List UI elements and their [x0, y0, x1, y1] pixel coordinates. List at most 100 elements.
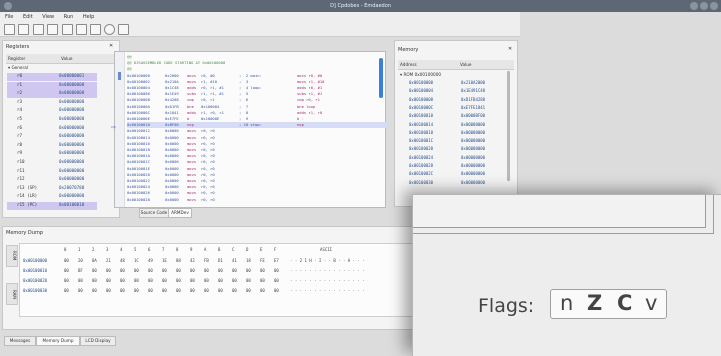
- code-line[interactable]: 0x00100010 0xBF00 nop ; 10 stop: nop: [127, 122, 387, 129]
- dump-tab-ram[interactable]: RAM: [6, 283, 18, 305]
- dump-byte[interactable]: 1E: [162, 258, 167, 263]
- code-line[interactable]: 0x00100006 0x1E49 subs r1, r1, #1 ; 5 subs r1…: [127, 91, 387, 97]
- tab-armdev[interactable]: ARMDev: [168, 208, 192, 218]
- code-line[interactable]: 0x00100002 0x210A movs r1, #10 ; 3 movs r1, #…: [127, 79, 387, 85]
- dump-byte[interactable]: FE: [260, 258, 265, 263]
- dump-byte[interactable]: 00: [232, 278, 237, 283]
- dump-byte[interactable]: 00: [246, 268, 251, 273]
- register-row[interactable]: r13 (SP) 0x20070780: [7, 185, 97, 193]
- tab-lcd-display[interactable]: LCD Display: [80, 336, 116, 346]
- code-line[interactable]: 0x00100000 0x2000 movs r0, #0 ; 2 main: movs …: [127, 73, 387, 79]
- register-row[interactable]: r7 0x00000000: [7, 133, 97, 141]
- code-line[interactable]: 0x0010001C 0x0000 movs r0, r0: [127, 159, 387, 165]
- dump-byte[interactable]: 00: [148, 288, 153, 293]
- dump-byte[interactable]: 48: [120, 258, 125, 263]
- dump-byte[interactable]: 1C: [134, 258, 139, 263]
- dump-byte[interactable]: 00: [176, 288, 181, 293]
- undo-icon[interactable]: [33, 24, 44, 35]
- dump-byte[interactable]: 00: [274, 288, 279, 293]
- dump-byte[interactable]: 00: [204, 278, 209, 283]
- memory-row[interactable]: 0x00100010 0x0000BF00: [399, 113, 503, 121]
- register-row[interactable]: r2 0x00000000: [7, 90, 97, 99]
- dump-byte[interactable]: D1: [218, 258, 223, 263]
- dump-byte[interactable]: BF: [78, 268, 83, 273]
- open-file-icon[interactable]: [18, 24, 29, 35]
- settings-icon[interactable]: [118, 24, 129, 35]
- register-row[interactable]: r15 (PC) 0x00100010: [7, 202, 97, 210]
- memory-row[interactable]: 0x0010002C 0x00000000: [399, 171, 503, 179]
- register-row[interactable]: r6 0x00000000: [7, 125, 97, 133]
- code-line[interactable]: 0x00100022 0x0000 movs r0, r0: [127, 178, 387, 184]
- code-line[interactable]: 0x00100016 0x0000 movs r0, r0: [127, 141, 387, 147]
- dump-byte[interactable]: 00: [260, 278, 265, 283]
- dump-byte[interactable]: 00: [274, 268, 279, 273]
- code-line[interactable]: 0x00100004 0x1C48 adds r0, r1, #1 ; 4 loop: a…: [127, 85, 387, 91]
- dump-byte[interactable]: 00: [64, 268, 69, 273]
- dump-byte[interactable]: 88: [176, 258, 181, 263]
- code-line[interactable]: 0x0010000C 0x1841 adds r1, r0, r1 ; 8 adds r1…: [127, 110, 387, 116]
- memory-row[interactable]: 0x00100004 0x1E491C48: [399, 88, 503, 96]
- dump-byte[interactable]: 21: [106, 258, 111, 263]
- register-row[interactable]: r5 0x00000000: [7, 116, 97, 124]
- maximize-icon[interactable]: [700, 2, 708, 10]
- dump-byte[interactable]: 00: [148, 278, 153, 283]
- code-line[interactable]: 0x0010000A 0xD1FB bne 0x100004 ; 7 bne loop: [127, 104, 387, 110]
- menu-edit[interactable]: Edit: [23, 14, 33, 20]
- dump-tab-rom[interactable]: ROM: [6, 245, 18, 267]
- dump-byte[interactable]: 00: [246, 288, 251, 293]
- dump-byte[interactable]: 00: [218, 288, 223, 293]
- code-editor[interactable]: @@ @@ DISASSEMBLED CODE STARTING AT 0x001…: [114, 51, 387, 208]
- breakpoint-marker[interactable]: [118, 72, 121, 80]
- register-row[interactable]: r1 0x00000000: [7, 81, 97, 90]
- register-row[interactable]: r12 0x00000000: [7, 176, 97, 184]
- dump-byte[interactable]: 00: [78, 278, 83, 283]
- close-icon[interactable]: [710, 2, 718, 10]
- dump-byte[interactable]: 00: [218, 278, 223, 283]
- memory-row[interactable]: 0x00100028 0x00000000: [399, 163, 503, 171]
- code-line[interactable]: 0x00100020 0x0000 movs r0, r0: [127, 172, 387, 178]
- code-line[interactable]: 0x0010000E 0xE7FE b 0x10000E ; 9 b .: [127, 116, 387, 122]
- dump-byte[interactable]: 00: [232, 268, 237, 273]
- code-line[interactable]: 0x0010001A 0x0000 movs r0, r0: [127, 153, 387, 159]
- code-line[interactable]: 0x00100024 0x0000 movs r0, r0: [127, 184, 387, 190]
- dump-byte[interactable]: 00: [190, 278, 195, 283]
- dump-byte[interactable]: 00: [120, 278, 125, 283]
- memory-row[interactable]: 0x0010001C 0x00000000: [399, 138, 503, 146]
- register-row[interactable]: r8 0x00000000: [7, 142, 97, 150]
- memory-row[interactable]: 0x0010000C 0xE7FE1841: [399, 105, 503, 113]
- registers-group[interactable]: ▾ General: [8, 65, 28, 70]
- register-row[interactable]: r10 0x00000000: [7, 159, 97, 167]
- register-row[interactable]: r4 0x00000000: [7, 107, 97, 115]
- new-file-icon[interactable]: [4, 24, 15, 35]
- memory-row[interactable]: 0x00100024 0x00000000: [399, 155, 503, 163]
- dump-byte[interactable]: 00: [64, 288, 69, 293]
- dump-byte[interactable]: 00: [260, 268, 265, 273]
- dump-byte[interactable]: 00: [134, 268, 139, 273]
- dump-byte[interactable]: 00: [246, 278, 251, 283]
- dump-byte[interactable]: 00: [232, 288, 237, 293]
- code-line[interactable]: 0x00100026 0x0000 movs r0, r0: [127, 190, 387, 196]
- dump-byte[interactable]: E7: [274, 258, 279, 263]
- memory-row[interactable]: 0x00100020 0x00000000: [399, 146, 503, 154]
- dump-byte[interactable]: 41: [232, 258, 237, 263]
- editor-scrollbar[interactable]: [379, 58, 383, 98]
- memory-row[interactable]: 0x00100030 0x00000000: [399, 180, 503, 188]
- dump-byte[interactable]: 00: [120, 268, 125, 273]
- reset-icon[interactable]: [104, 24, 115, 35]
- dump-byte[interactable]: 00: [134, 278, 139, 283]
- dump-byte[interactable]: 00: [162, 268, 167, 273]
- dump-byte[interactable]: 00: [204, 288, 209, 293]
- code-line[interactable]: 0x00100014 0x0000 movs r0, r0: [127, 135, 387, 141]
- registers-close-icon[interactable]: ✕: [109, 43, 113, 49]
- minimize-icon[interactable]: [690, 2, 698, 10]
- dump-byte[interactable]: 00: [92, 268, 97, 273]
- menu-file[interactable]: File: [5, 14, 13, 20]
- dump-byte[interactable]: 18: [246, 258, 251, 263]
- dump-byte[interactable]: FB: [204, 258, 209, 263]
- register-row[interactable]: r11 0x00000000: [7, 168, 97, 176]
- memory-row[interactable]: 0x00100000 0x210A2000: [399, 80, 503, 88]
- dump-byte[interactable]: 00: [106, 278, 111, 283]
- tab-messages[interactable]: Messages: [4, 336, 36, 346]
- memory-row[interactable]: 0x00100014 0x00000000: [399, 122, 503, 130]
- dump-byte[interactable]: 00: [64, 258, 69, 263]
